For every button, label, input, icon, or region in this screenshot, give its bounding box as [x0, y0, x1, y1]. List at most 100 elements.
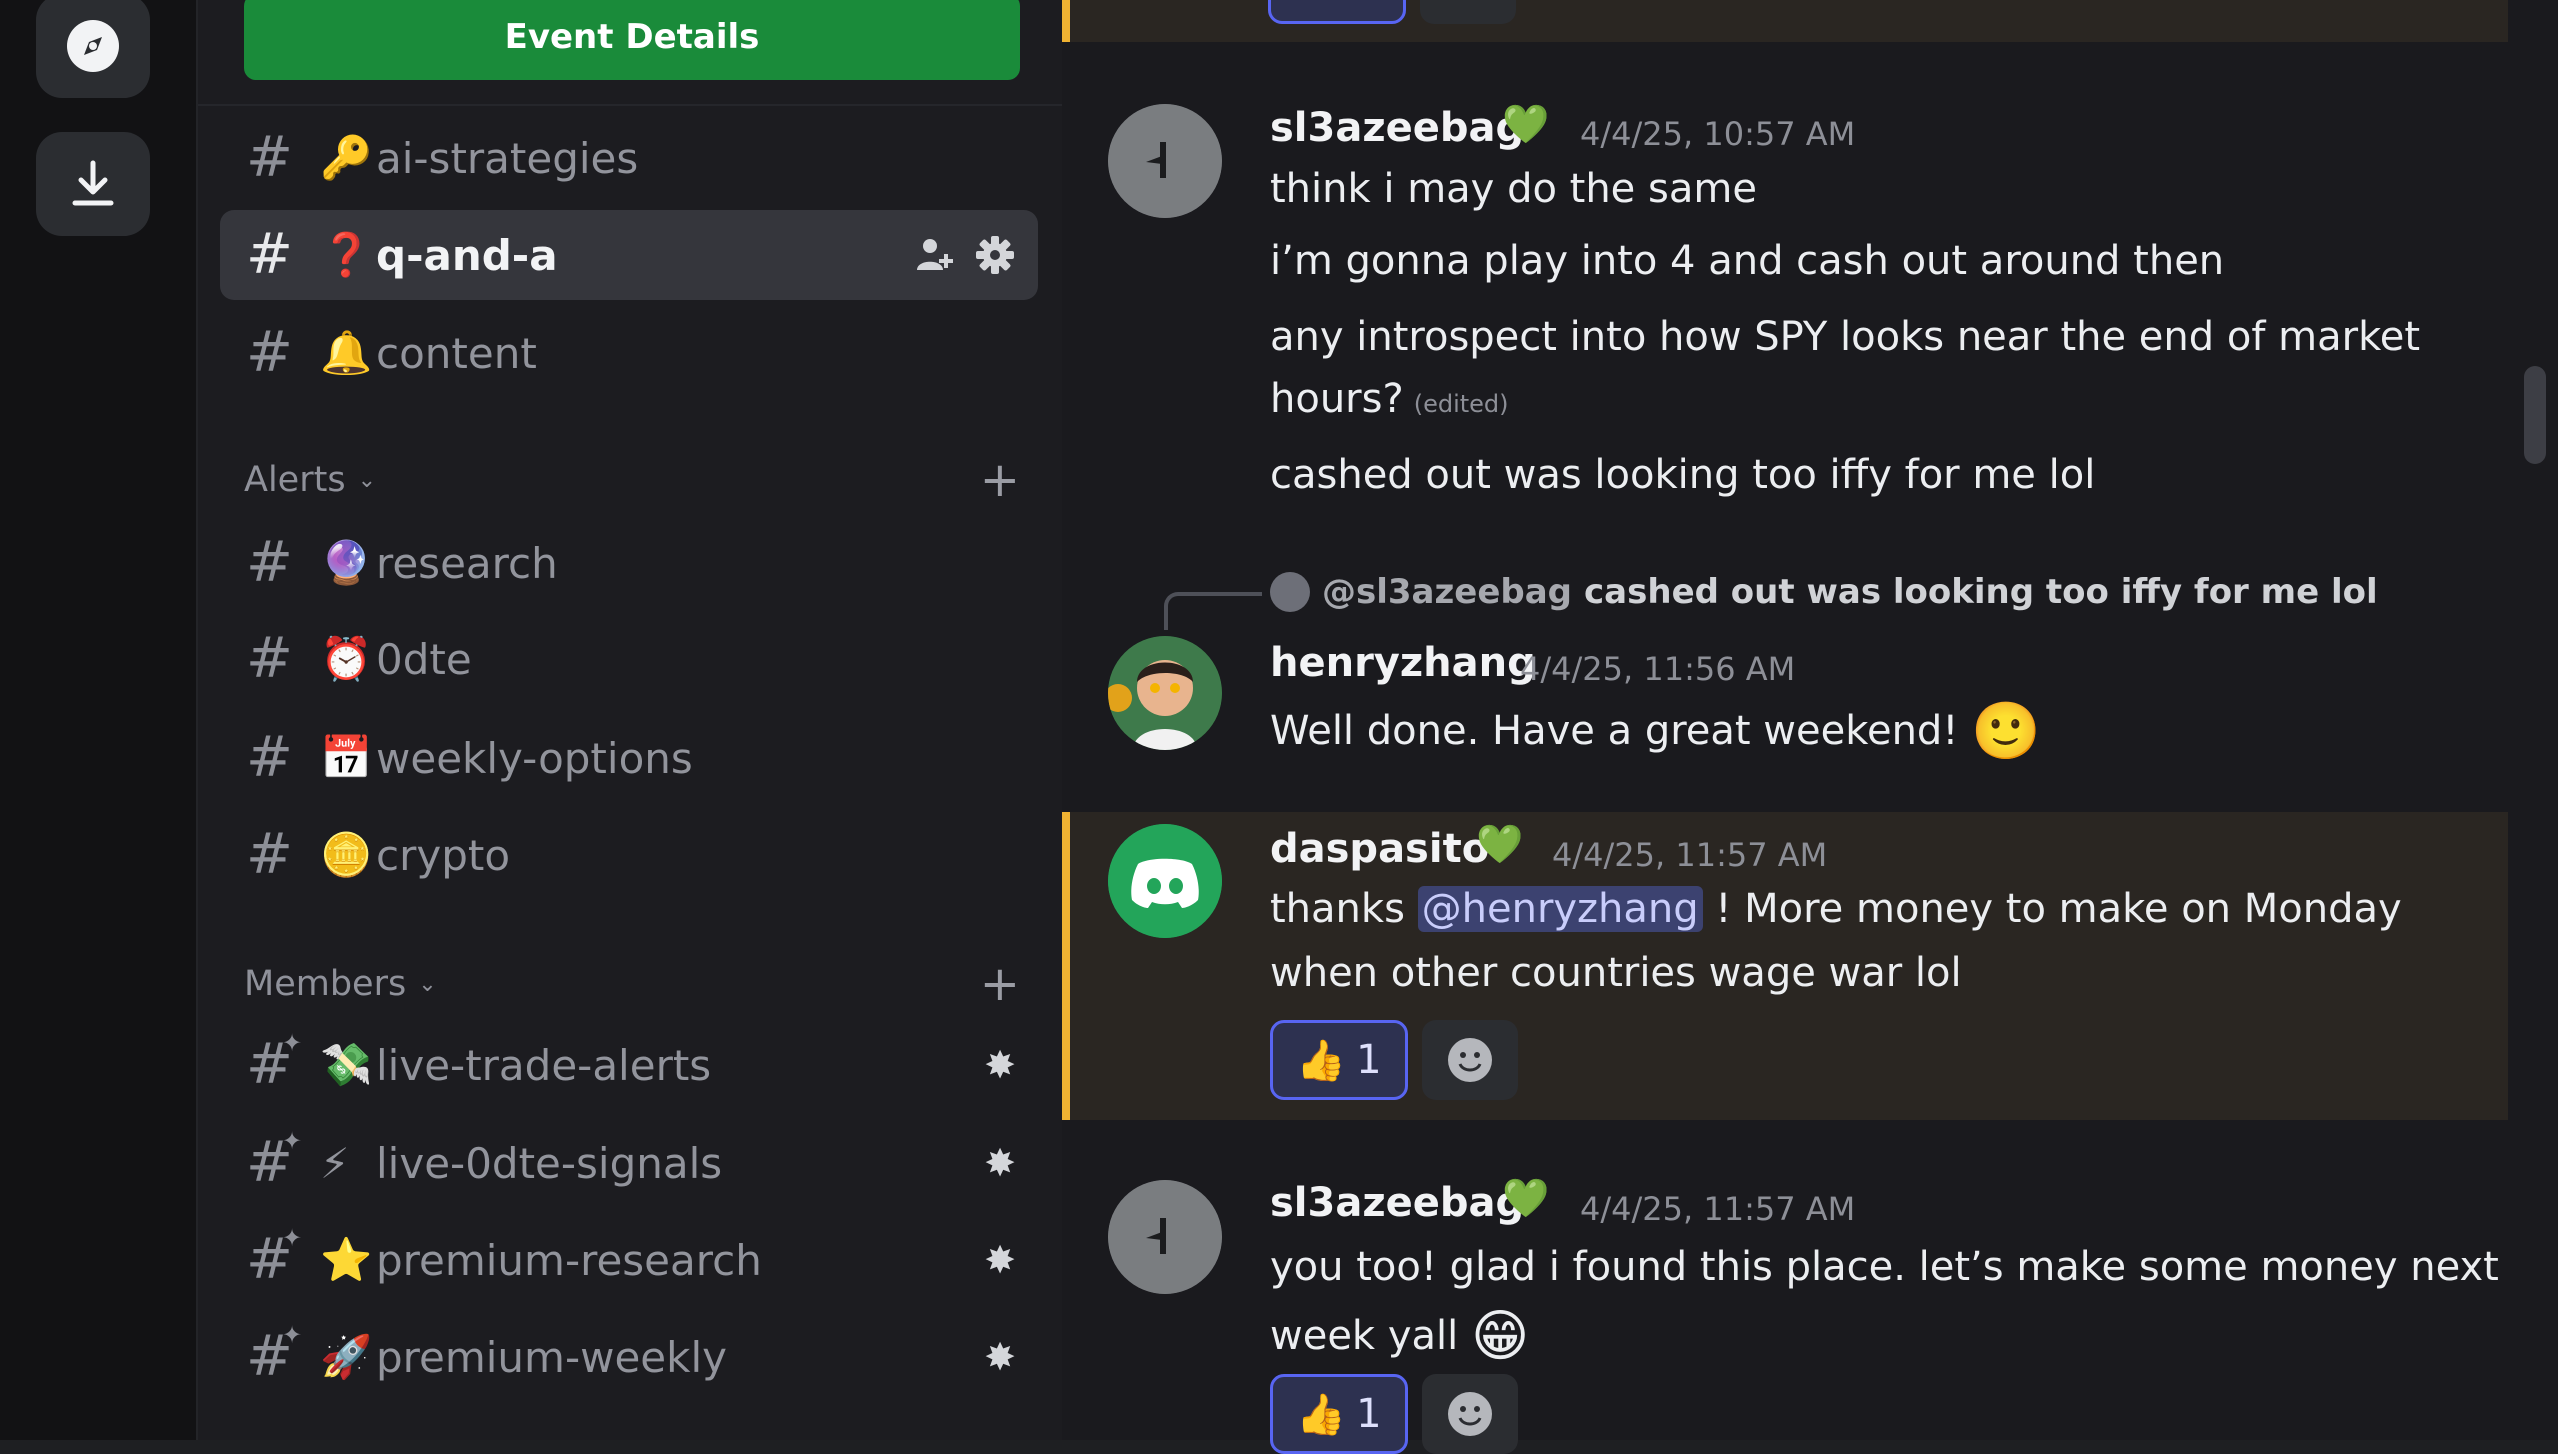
- reaction-thumbs-up[interactable]: 👍 1: [1270, 1020, 1408, 1100]
- star-emoji-icon: ⭐: [320, 1235, 373, 1284]
- message-text: any introspect into how SPY looks near t…: [1270, 314, 2421, 360]
- channel-sidebar: Event Details # 🔑 ai-strategies # ❓ q-an…: [196, 0, 1064, 1440]
- sparkle-icon: ✸: [984, 1335, 1016, 1379]
- reaction-thumbs-up[interactable]: 👍 1: [1270, 1374, 1408, 1454]
- event-details-button[interactable]: Event Details: [244, 0, 1020, 80]
- channel-ai-strategies[interactable]: # 🔑 ai-strategies: [220, 113, 1038, 203]
- message-text-line: thanks @henryzhang ! More money to make …: [1270, 886, 2402, 932]
- lightning-emoji-icon: ⚡: [320, 1138, 350, 1188]
- message-text: ! More money to make on Monday: [1715, 886, 2402, 932]
- channel-label: live-trade-alerts: [376, 1040, 712, 1090]
- rocket-emoji-icon: 🚀: [320, 1332, 373, 1381]
- crystal-ball-emoji-icon: 🔮: [320, 538, 373, 587]
- username[interactable]: sl3azeebag: [1270, 1180, 1524, 1226]
- add-channel-icon[interactable]: +: [980, 456, 1020, 504]
- channel-premium-research[interactable]: # ✦ ⭐ premium-research ✸: [220, 1215, 1038, 1305]
- message-text: think i may do the same: [1270, 166, 1757, 212]
- discord-app: Event Details # 🔑 ai-strategies # ❓ q-an…: [0, 0, 2558, 1454]
- category-alerts[interactable]: Alerts ⌄ +: [244, 455, 1020, 505]
- download-apps-button[interactable]: [36, 132, 150, 236]
- reaction-count: 1: [1356, 1037, 1382, 1083]
- avatar[interactable]: [1108, 1180, 1222, 1294]
- heart-badge-icon: 💚: [1476, 822, 1524, 866]
- bell-emoji-icon: 🔔: [320, 328, 373, 377]
- user-avatar-icon: [1108, 636, 1222, 750]
- message-text: when other countries wage war lol: [1270, 950, 1962, 996]
- add-reaction-button[interactable]: [1422, 1020, 1518, 1100]
- add-reaction-partial[interactable]: [1420, 0, 1516, 24]
- channel-label: content: [376, 328, 537, 378]
- channel-label: live-0dte-signals: [376, 1138, 723, 1188]
- thumbs-up-emoji-icon: 👍: [1296, 1391, 1347, 1438]
- heart-badge-icon: 💚: [1502, 1176, 1550, 1220]
- hash-icon: #: [246, 222, 293, 287]
- channel-0dte[interactable]: # ⏰ 0dte: [220, 614, 1038, 704]
- category-members[interactable]: Members ⌄ +: [244, 959, 1020, 1009]
- avatar[interactable]: [1108, 104, 1222, 218]
- chevron-down-icon: ⌄: [418, 971, 437, 997]
- channel-content[interactable]: # 🔔 content: [220, 308, 1038, 398]
- user-mention[interactable]: @henryzhang: [1417, 886, 1703, 932]
- hash-icon: #: [246, 320, 293, 385]
- timestamp: 4/4/25, 11:56 AM: [1520, 650, 1796, 688]
- channel-live-0dte-signals[interactable]: # ✦ ⚡ live-0dte-signals ✸: [220, 1118, 1038, 1208]
- mini-avatar: [1270, 572, 1310, 612]
- reaction-partial[interactable]: [1268, 0, 1406, 24]
- compass-icon: [67, 20, 119, 72]
- message-text: i’m gonna play into 4 and cash out aroun…: [1270, 238, 2225, 284]
- gear-icon[interactable]: [974, 234, 1016, 276]
- user-avatar-icon: [1108, 1180, 1222, 1294]
- slight-smile-emoji-icon: 🙂: [1971, 699, 2041, 764]
- hash-icon: #: [246, 125, 293, 190]
- server-rail: [0, 0, 196, 1440]
- sparkle-icon: ✸: [984, 1238, 1016, 1282]
- username[interactable]: sl3azeebag: [1270, 105, 1524, 151]
- message-text-line: hours? (edited): [1270, 376, 1509, 422]
- discover-button[interactable]: [36, 0, 150, 98]
- channel-q-and-a[interactable]: # ❓ q-and-a: [220, 210, 1038, 300]
- timestamp: 4/4/25, 11:57 AM: [1580, 1190, 1856, 1228]
- message-text-line: week yall 😁: [1270, 1304, 1529, 1369]
- avatar[interactable]: [1108, 636, 1222, 750]
- channel-weekly-options[interactable]: # 📅 weekly-options: [220, 713, 1038, 803]
- message-text: cashed out was looking too iffy for me l…: [1270, 452, 2096, 498]
- thumbs-up-emoji-icon: 👍: [1296, 1037, 1347, 1084]
- timestamp: 4/4/25, 10:57 AM: [1580, 115, 1856, 153]
- reaction-count: 1: [1356, 1391, 1382, 1437]
- smiley-icon: [1448, 1038, 1492, 1082]
- invite-icon[interactable]: [914, 234, 954, 274]
- add-channel-icon[interactable]: +: [980, 960, 1020, 1008]
- thread-hash-icon: # ✦: [246, 1127, 303, 1195]
- channel-live-trade-alerts[interactable]: # ✦ 💸 live-trade-alerts ✸: [220, 1020, 1038, 1110]
- message-text: hours?: [1270, 376, 1404, 422]
- username[interactable]: daspasito: [1270, 826, 1489, 872]
- username[interactable]: henryzhang: [1270, 640, 1536, 686]
- money-wings-emoji-icon: 💸: [320, 1040, 373, 1089]
- chevron-down-icon: ⌄: [357, 467, 376, 493]
- smiley-icon: [1448, 1392, 1492, 1436]
- alarm-clock-emoji-icon: ⏰: [320, 634, 373, 683]
- add-reaction-button[interactable]: [1422, 1374, 1518, 1454]
- timestamp: 4/4/25, 11:57 AM: [1552, 836, 1828, 874]
- reply-mention[interactable]: @sl3azeebag: [1322, 572, 1572, 612]
- reply-text: cashed out was looking too iffy for me l…: [1584, 572, 2378, 612]
- channel-research[interactable]: # 🔮 research: [220, 518, 1038, 608]
- hash-icon: #: [246, 822, 293, 887]
- discord-logo-icon: [1108, 824, 1222, 938]
- channel-label: crypto: [376, 830, 511, 880]
- avatar[interactable]: [1108, 824, 1222, 938]
- scrollbar-thumb[interactable]: [2524, 366, 2546, 464]
- reply-preview[interactable]: @sl3azeebag cashed out was looking too i…: [1270, 572, 2378, 612]
- channel-label: q-and-a: [376, 230, 558, 280]
- thread-hash-icon: # ✦: [246, 1224, 303, 1292]
- hash-icon: #: [246, 530, 293, 595]
- channel-label: 0dte: [376, 634, 472, 684]
- reply-connector: [1164, 592, 1262, 630]
- hash-icon: #: [246, 725, 293, 790]
- message-text: thanks: [1270, 886, 1405, 932]
- channel-premium-weekly[interactable]: # ✦ 🚀 premium-weekly ✸: [220, 1312, 1038, 1402]
- channel-crypto[interactable]: # 🪙 crypto: [220, 810, 1038, 900]
- thread-hash-icon: # ✦: [246, 1029, 303, 1097]
- category-label: Alerts: [244, 460, 346, 500]
- message-list: sl3azeebag 💚 4/4/25, 10:57 AM think i ma…: [1062, 0, 2558, 1454]
